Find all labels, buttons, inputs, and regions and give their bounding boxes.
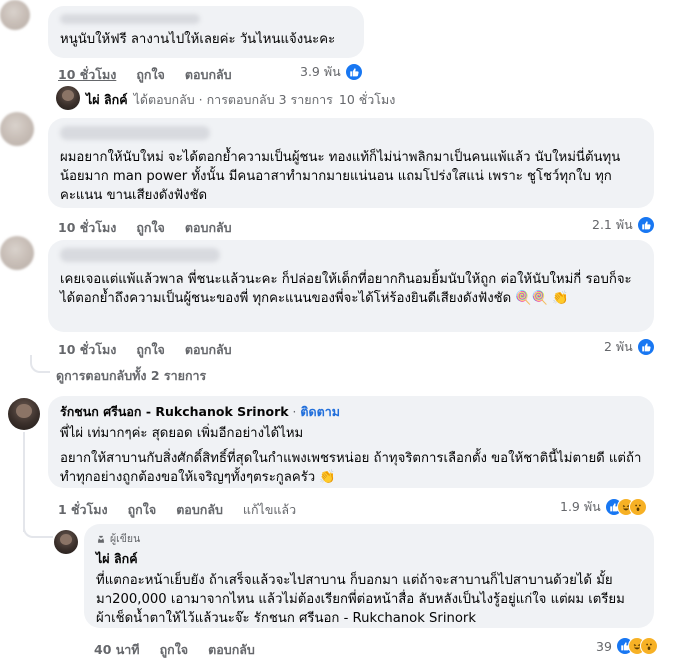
reply-summary[interactable]: ไผ่ ลิกค์ ได้ตอบกลับ · การตอบกลับ 3 รายก…	[86, 90, 395, 110]
comment-bubble: หนูนับให้ฟรี ลางานไปให้เลยค่ะ วันไหนแจ้ง…	[48, 6, 364, 58]
reaction-summary[interactable]: 1.9 พัน	[560, 497, 647, 517]
reply-button[interactable]: ตอบกลับ	[208, 640, 255, 660]
replier-name[interactable]: ไผ่ ลิกค์	[86, 90, 128, 110]
comment-bubble: ผู้เขียน ไผ่ ลิกค์ ที่แตกอะหน้าเย็บยัง ถ…	[84, 524, 654, 628]
thread-line	[23, 432, 25, 532]
like-button[interactable]: ถูกใจ	[128, 500, 157, 520]
view-replies-link[interactable]: ดูการตอบกลับทั้ง 2 รายการ	[56, 366, 206, 386]
comment-timestamp[interactable]: 10 ชั่วโมง	[58, 218, 116, 238]
like-button[interactable]: ถูกใจ	[136, 218, 165, 238]
avatar[interactable]	[0, 236, 34, 270]
reply-button[interactable]: ตอบกลับ	[176, 500, 223, 520]
reply-summary-time: 10 ชั่วโมง	[338, 92, 396, 107]
separator-dot: ·	[292, 405, 297, 419]
like-icon	[636, 338, 655, 356]
comment-actions: 10 ชั่วโมง ถูกใจ ตอบกลับ	[58, 340, 232, 360]
comment-bubble: รักชนก ศรีนอก - Rukchanok Srinork · ติดต…	[48, 396, 654, 488]
like-button[interactable]: ถูกใจ	[160, 640, 189, 660]
comment-bubble: ผมอยากให้นับใหม่ จะได้ตอกย้ำความเป็นผู้ช…	[48, 118, 654, 208]
commenter-name-blurred[interactable]	[60, 14, 200, 24]
comment-text: ผมอยากให้นับใหม่ จะได้ตอกย้ำความเป็นผู้ช…	[60, 150, 621, 203]
avatar[interactable]	[8, 398, 40, 430]
reply-button[interactable]: ตอบกลับ	[185, 340, 232, 360]
author-badge: ผู้เขียน	[96, 530, 642, 547]
reply-summary-text: ได้ตอบกลับ · การตอบกลับ 3 รายการ	[133, 92, 333, 107]
comment-timestamp[interactable]: 10 ชั่วโมง	[58, 65, 116, 85]
reaction-icons	[615, 637, 658, 655]
avatar[interactable]	[54, 530, 78, 554]
avatar[interactable]	[0, 0, 30, 30]
author-badge-icon	[97, 535, 105, 543]
reaction-summary[interactable]: 2.1 พัน	[592, 215, 655, 235]
comment-paragraph: อยากให้สาบานกับสิ่งศักดิ์สิทธิ์ที่สุดในก…	[60, 451, 642, 485]
comment-text: เคยเจอแต่แพ้แล้วพาล พี่ชนะแล้วนะคะ ก็ปล่…	[60, 272, 632, 306]
reply-button[interactable]: ตอบกลับ	[185, 65, 232, 85]
commenter-name-blurred[interactable]	[60, 248, 220, 262]
like-icon	[636, 216, 655, 234]
reaction-count: 3.9 พัน	[300, 64, 341, 79]
reaction-count: 2 พัน	[604, 339, 633, 354]
edited-label: แก้ไขแล้ว	[242, 502, 297, 517]
like-button[interactable]: ถูกใจ	[136, 340, 165, 360]
reply-button[interactable]: ตอบกลับ	[185, 218, 232, 238]
avatar[interactable]	[0, 112, 34, 146]
like-button[interactable]: ถูกใจ	[136, 65, 165, 85]
commenter-name-blurred[interactable]	[60, 126, 210, 140]
like-icon	[344, 63, 363, 81]
reaction-summary[interactable]: 3.9 พัน	[300, 62, 363, 82]
reaction-count: 1.9 พัน	[560, 499, 601, 514]
comment-timestamp[interactable]: 10 ชั่วโมง	[58, 340, 116, 360]
reaction-count: 2.1 พัน	[592, 217, 633, 232]
commenter-name[interactable]: รักชนก ศรีนอก - Rukchanok Srinork	[60, 402, 289, 422]
comment-timestamp[interactable]: 40 นาที	[94, 640, 140, 660]
comment-paragraph: พี่ไผ่ เท่มากๆค่ะ สุดยอด เพิ่มอีกอย่างได…	[60, 426, 304, 441]
avatar[interactable]	[56, 86, 80, 110]
follow-button[interactable]: ติดตาม	[300, 402, 340, 422]
author-badge-label: ผู้เขียน	[110, 533, 141, 545]
commenter-name[interactable]: ไผ่ ลิกค์	[96, 549, 642, 569]
comment-header: รักชนก ศรีนอก - Rukchanok Srinork · ติดต…	[60, 402, 642, 422]
comment-actions: 10 ชั่วโมง ถูกใจ ตอบกลับ	[58, 218, 232, 238]
reaction-count: 39	[596, 638, 612, 654]
reaction-summary[interactable]: 39	[596, 637, 658, 655]
reaction-icons	[604, 498, 647, 516]
thread-connector	[30, 355, 50, 373]
wow-icon	[639, 637, 658, 655]
thread-connector	[23, 520, 53, 538]
comment-actions: 1 ชั่วโมง ถูกใจ ตอบกลับ แก้ไขแล้ว	[58, 500, 296, 520]
comment-timestamp[interactable]: 1 ชั่วโมง	[58, 500, 108, 520]
comment-actions: 40 นาที ถูกใจ ตอบกลับ	[94, 640, 255, 660]
comment-text: ที่แตกอะหน้าเย็บยัง ถ้าเสร็จแล้วจะไปสาบา…	[96, 573, 625, 626]
comment-bubble: เคยเจอแต่แพ้แล้วพาล พี่ชนะแล้วนะคะ ก็ปล่…	[48, 240, 654, 332]
comment-actions: 10 ชั่วโมง ถูกใจ ตอบกลับ	[58, 65, 232, 85]
comment-text: พี่ไผ่ เท่มากๆค่ะ สุดยอด เพิ่มอีกอย่างได…	[60, 424, 642, 487]
reaction-summary[interactable]: 2 พัน	[604, 337, 655, 357]
wow-icon	[628, 498, 647, 516]
comment-text: หนูนับให้ฟรี ลางานไปให้เลยค่ะ วันไหนแจ้ง…	[60, 32, 336, 47]
